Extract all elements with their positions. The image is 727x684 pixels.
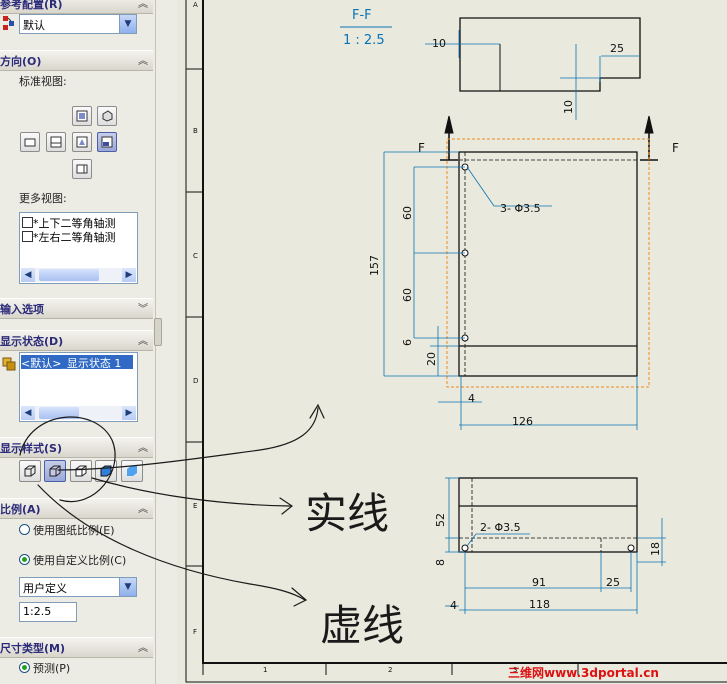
dim-4a: 4 (468, 392, 475, 405)
selection-bounding-box (446, 138, 650, 388)
dim-top-25: 25 (610, 42, 624, 55)
dim-118: 118 (529, 598, 550, 611)
dim-126: 126 (512, 415, 533, 428)
dim-157: 157 (368, 255, 381, 276)
dim-60b: 60 (401, 288, 414, 302)
zone-row-label: C (193, 252, 198, 260)
zone-row-label: E (193, 502, 197, 510)
hole-note-bottom: 2- Φ3.5 (480, 521, 521, 534)
dim-52: 52 (434, 513, 447, 527)
front-view-dims (383, 151, 638, 430)
dim-25b: 25 (606, 576, 620, 589)
dim-top-10b: 10 (562, 100, 575, 114)
zone-row-label: A (193, 1, 198, 9)
border-zone-labels: A B C D E F 1 2 3 (193, 1, 517, 674)
zone-row-label: D (193, 377, 198, 385)
cut-label-right: F (672, 141, 679, 155)
zone-col-label: 2 (388, 666, 392, 674)
bottom-view-geometry (458, 477, 638, 553)
hole-note-front: 3- Φ3.5 (500, 202, 541, 215)
dim-top-10a: 10 (432, 37, 446, 50)
dim-8: 8 (434, 559, 447, 566)
bottom-view-holes (461, 544, 635, 552)
section-view-label: F-F (352, 8, 372, 23)
cutting-plane (440, 115, 658, 161)
zone-col-label: 1 (263, 666, 267, 674)
dim-18: 18 (649, 542, 662, 556)
dim-6: 6 (401, 339, 414, 346)
section-view-dims (425, 30, 640, 120)
dim-60a: 60 (401, 206, 414, 220)
handwritten-annotation-strokes (19, 403, 325, 607)
watermark-text: 三维网www.3dportal.cn (508, 666, 659, 680)
dim-4b: 4 (450, 599, 457, 612)
zone-row-label: F (193, 628, 197, 636)
zone-row-label: B (193, 127, 198, 135)
dim-91: 91 (532, 576, 546, 589)
sheet-border (185, 0, 727, 683)
annotation-solid-line: 实线 (305, 489, 389, 538)
drawing-canvas[interactable]: A B C D E F 1 2 3 F-F 1 : 2.5 10 25 10 F… (0, 0, 727, 684)
dim-20: 20 (425, 352, 438, 366)
cut-label-left: F (418, 141, 425, 155)
section-view-scale: 1 : 2.5 (343, 33, 385, 48)
annotation-hidden-line: 虚线 (320, 601, 404, 650)
front-view-geometry (458, 151, 638, 377)
